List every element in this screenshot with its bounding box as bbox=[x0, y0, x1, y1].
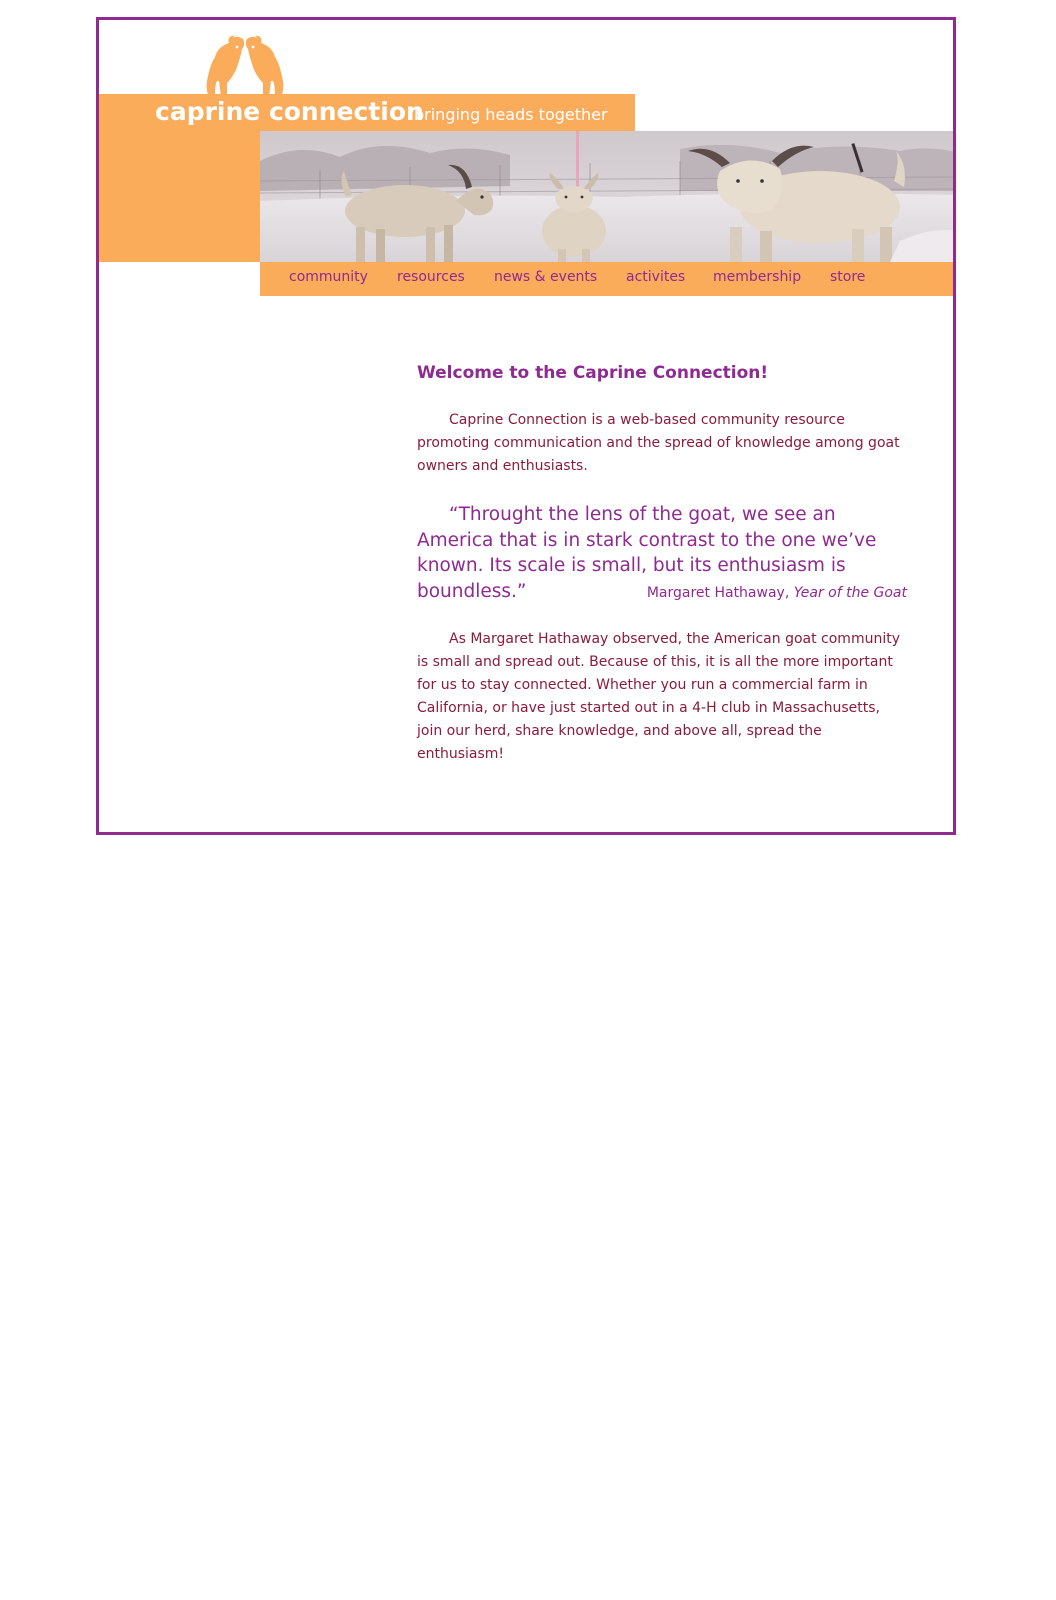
page-frame: caprine connection bringing heads togeth… bbox=[96, 17, 956, 835]
nav-store[interactable]: store bbox=[830, 269, 865, 285]
nav-community[interactable]: community bbox=[289, 269, 368, 285]
nav-activites[interactable]: activites bbox=[626, 269, 685, 285]
title-bar: caprine connection bringing heads togeth… bbox=[99, 94, 635, 131]
header-left-block bbox=[99, 131, 260, 262]
nav-membership[interactable]: membership bbox=[713, 269, 801, 285]
intro-paragraph: Caprine Connection is a web-based commun… bbox=[417, 412, 900, 474]
site-name[interactable]: caprine connection bbox=[155, 97, 424, 126]
quote-attribution: Margaret Hathaway, Year of the Goat bbox=[647, 585, 907, 601]
two-goats-logo-icon[interactable] bbox=[201, 35, 289, 97]
main-nav: community resources news & events activi… bbox=[260, 262, 953, 296]
attribution-author: Margaret Hathaway, bbox=[646, 585, 794, 601]
attribution-book-title: Year of the Goat bbox=[793, 585, 907, 601]
nav-news-events[interactable]: news & events bbox=[494, 269, 597, 285]
body-paragraph: As Margaret Hathaway observed, the Ameri… bbox=[417, 631, 900, 762]
goats-in-snow-banner bbox=[260, 131, 953, 262]
page-title: Welcome to the Caprine Connection! bbox=[417, 363, 769, 383]
tagline: bringing heads together bbox=[414, 105, 608, 124]
nav-resources[interactable]: resources bbox=[397, 269, 465, 285]
